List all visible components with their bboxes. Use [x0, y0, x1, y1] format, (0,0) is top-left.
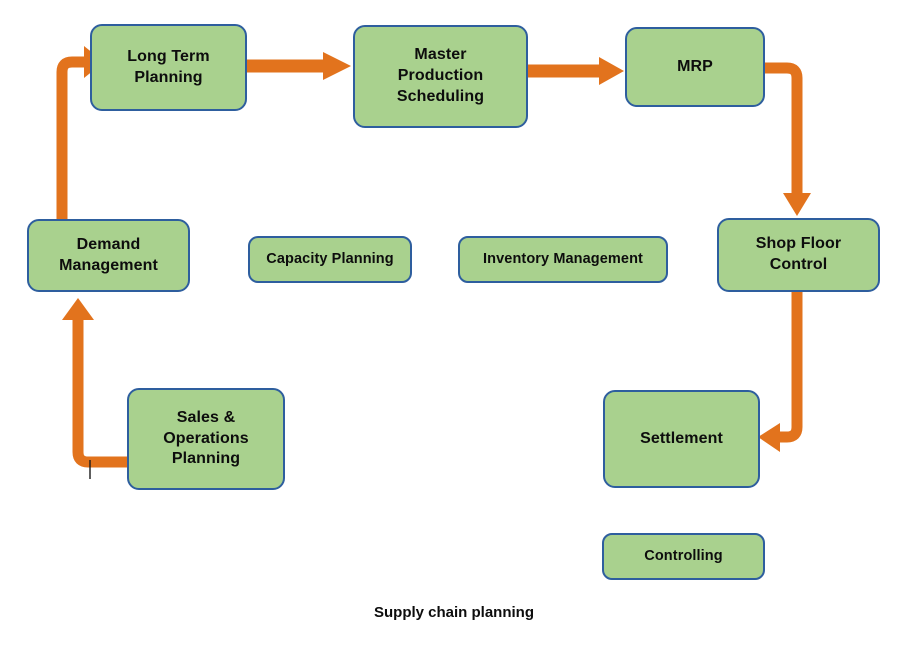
node-demand-management[interactable]: Demand Management: [27, 219, 190, 292]
connector-long-term-planning-to-master-production-scheduling: [247, 52, 351, 80]
connector-shop-floor-control-to-settlement: [758, 292, 803, 452]
node-shop-floor-control[interactable]: Shop Floor Control: [717, 218, 880, 292]
node-label-settlement: Settlement: [640, 429, 723, 447]
node-mrp[interactable]: MRP: [625, 27, 765, 107]
connector-sales-and-operations-planning-to-demand-management: [62, 298, 127, 479]
node-label-inventory-management: Inventory Management: [483, 251, 643, 268]
node-sales-and-operations-planning[interactable]: Sales & Operations Planning: [127, 388, 285, 490]
diagram-canvas: Long Term Planning Master Production Schedu…: [0, 0, 901, 649]
node-controlling[interactable]: Controlling: [602, 533, 765, 580]
node-label-demand-management: Demand Management: [59, 235, 158, 274]
node-label-controlling: Controlling: [644, 548, 723, 565]
node-label-shop-floor-control: Shop Floor Control: [755, 235, 842, 273]
node-master-production-scheduling[interactable]: Master Production Scheduling: [353, 25, 528, 128]
node-label-mrp: MRP: [677, 57, 713, 75]
node-label-long-term-planning: Long Term Planning: [127, 47, 210, 86]
node-label-capacity-planning: Capacity Planning: [266, 251, 394, 268]
node-label-master-production-scheduling: Master Production Scheduling: [396, 46, 485, 105]
connector-mrp-to-shop-floor-control: [765, 62, 811, 216]
node-inventory-management[interactable]: Inventory Management: [458, 236, 668, 283]
node-capacity-planning[interactable]: Capacity Planning: [248, 236, 412, 283]
node-long-term-planning[interactable]: Long Term Planning: [90, 24, 247, 111]
connector-master-production-scheduling-to-mrp: [528, 57, 624, 85]
node-settlement[interactable]: Settlement: [603, 390, 760, 488]
node-label-sales-and-operations-planning: Sales & Operations Planning: [163, 408, 249, 468]
diagram-caption: Supply chain planning: [374, 604, 535, 621]
